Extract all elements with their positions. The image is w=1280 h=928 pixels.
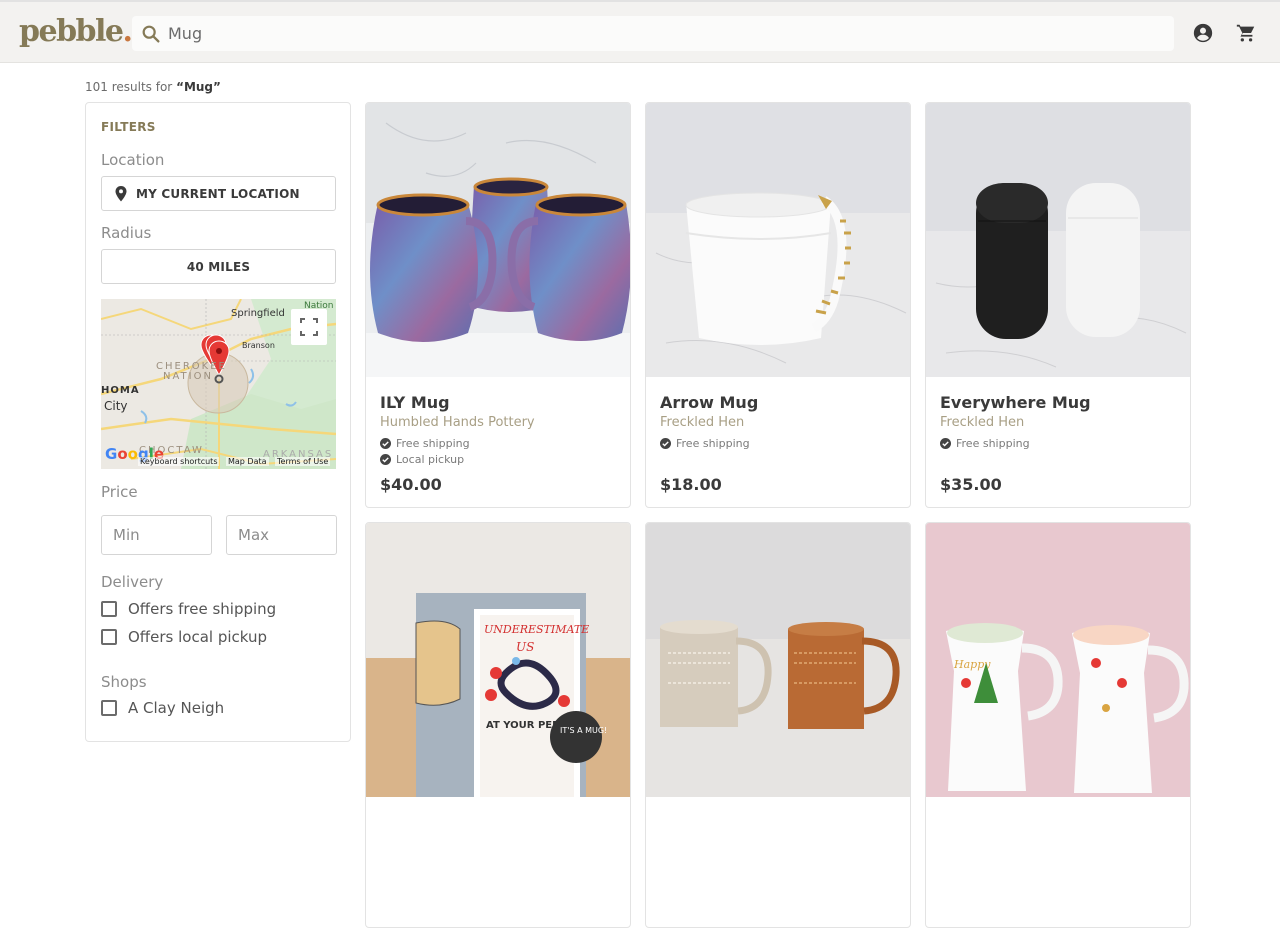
product-shop[interactable]: Freckled Hen [940, 415, 1024, 430]
product-image[interactable] [646, 103, 910, 377]
product-title[interactable]: Arrow Mug [660, 393, 758, 412]
feature-text: Free shipping [956, 437, 1030, 450]
product-card[interactable]: ILY Mug Humbled Hands Pottery Free shipp… [365, 102, 631, 508]
search-icon[interactable] [140, 23, 162, 45]
mug-print-text: US [516, 640, 534, 654]
feature-text: Free shipping [676, 437, 750, 450]
current-location-button[interactable]: MY CURRENT LOCATION [101, 176, 336, 211]
product-image[interactable] [646, 523, 910, 797]
free-shipping-label: Offers free shipping [128, 600, 277, 618]
map-region-nation: NATION [163, 371, 213, 382]
product-title[interactable]: ILY Mug [380, 393, 450, 412]
check-circle-icon [380, 454, 391, 465]
product-feature: Free shipping [940, 437, 1030, 450]
package-badge-text: IT'S A MUG! [560, 726, 607, 735]
check-circle-icon [940, 438, 951, 449]
product-feature: Free shipping [380, 437, 470, 450]
mug-print-text: UNDERESTIMATE [484, 623, 589, 636]
results-count-text: 101 results for [85, 80, 177, 94]
search-bar[interactable] [132, 16, 1174, 51]
map-keyboard-shortcuts-link[interactable]: Keyboard shortcuts [138, 457, 220, 466]
logo-dot: . [122, 14, 133, 49]
shop-label: A Clay Neigh [128, 699, 225, 717]
map-region-homa: HOMA [101, 385, 140, 396]
price-min-input[interactable] [101, 515, 212, 555]
radius-button[interactable]: 40 MILES [101, 249, 336, 284]
free-shipping-checkbox-row[interactable]: Offers free shipping [101, 600, 276, 618]
delivery-label: Delivery [101, 573, 164, 591]
results-count: 101 results for “Mug” [85, 80, 221, 94]
shop-checkbox[interactable] [101, 700, 117, 716]
price-max-input[interactable] [226, 515, 337, 555]
check-circle-icon [380, 438, 391, 449]
map-data-link[interactable]: Map Data [226, 457, 269, 466]
radius-label: Radius [101, 224, 152, 242]
pebble-logo[interactable]: pebble. [19, 14, 133, 49]
product-shop[interactable]: Humbled Hands Pottery [380, 415, 535, 430]
local-pickup-checkbox-row[interactable]: Offers local pickup [101, 628, 267, 646]
product-price: $40.00 [380, 475, 442, 494]
feature-text: Free shipping [396, 437, 470, 450]
product-price: $35.00 [940, 475, 1002, 494]
search-input[interactable] [168, 16, 1148, 51]
location-map[interactable]: Springfield Branson CHEROKEE NATION HOMA… [101, 299, 336, 469]
product-card[interactable]: Arrow Mug Freckled Hen Free shipping $18… [645, 102, 911, 508]
feature-text: Local pickup [396, 453, 465, 466]
product-shop[interactable]: Freckled Hen [660, 415, 744, 430]
free-shipping-checkbox[interactable] [101, 601, 117, 617]
logo-text: pebble [19, 14, 124, 49]
product-feature: Free shipping [660, 437, 750, 450]
filters-panel: FILTERS Location MY CURRENT LOCATION Rad… [85, 102, 351, 742]
product-price: $18.00 [660, 475, 722, 494]
results-query: “Mug” [176, 80, 221, 94]
map-city-branson: Branson [242, 341, 275, 350]
fullscreen-icon [300, 318, 318, 336]
product-image[interactable] [366, 103, 630, 377]
check-circle-icon [660, 438, 671, 449]
current-location-label: MY CURRENT LOCATION [136, 186, 300, 201]
top-bar: pebble. [0, 0, 1280, 63]
map-city-springfield: Springfield [231, 308, 285, 319]
product-card[interactable] [645, 522, 911, 928]
location-pin-icon [115, 186, 127, 202]
location-label: Location [101, 151, 165, 169]
product-card[interactable]: Happy [925, 522, 1191, 928]
map-fullscreen-button[interactable] [291, 309, 327, 345]
product-card[interactable]: UNDERESTIMATE US AT YOUR PERIL IT'S A MU… [365, 522, 631, 928]
price-label: Price [101, 483, 138, 501]
local-pickup-checkbox[interactable] [101, 629, 117, 645]
map-city-city: City [104, 399, 128, 413]
product-feature: Local pickup [380, 453, 464, 466]
product-card[interactable]: Everywhere Mug Freckled Hen Free shippin… [925, 102, 1191, 508]
local-pickup-label: Offers local pickup [128, 628, 268, 646]
account-icon[interactable] [1192, 22, 1214, 44]
shop-checkbox-row[interactable]: A Clay Neigh [101, 699, 224, 717]
cart-icon[interactable] [1235, 22, 1257, 44]
filters-title: FILTERS [101, 120, 156, 134]
map-terms-link[interactable]: Terms of Use [275, 457, 331, 466]
product-title[interactable]: Everywhere Mug [940, 393, 1091, 412]
shops-label: Shops [101, 673, 147, 691]
product-image[interactable]: UNDERESTIMATE US AT YOUR PERIL IT'S A MU… [366, 523, 630, 797]
product-image[interactable] [926, 103, 1190, 377]
product-image[interactable]: Happy [926, 523, 1190, 797]
